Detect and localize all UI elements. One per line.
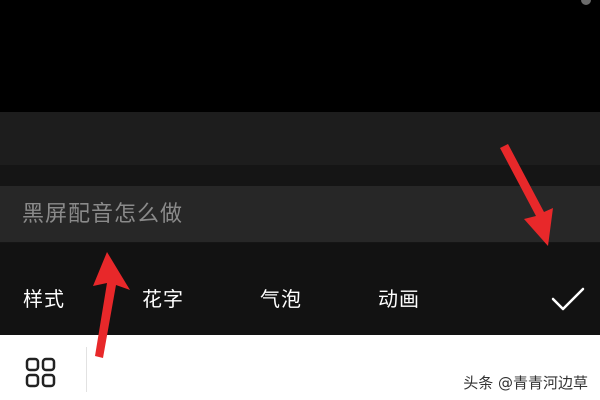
grid-menu-button[interactable] — [22, 354, 60, 392]
toolbar-divider — [86, 347, 87, 392]
text-input-field[interactable] — [0, 186, 600, 242]
grid-icon — [25, 357, 56, 388]
tab-style[interactable]: 样式 — [23, 284, 65, 314]
tab-animation[interactable]: 动画 — [378, 284, 420, 314]
tab-fancy-text[interactable]: 花字 — [142, 284, 184, 314]
watermark: 头条 @青青河边草 — [463, 374, 588, 392]
checkmark-icon — [551, 287, 585, 311]
editor-gap-band — [0, 112, 600, 165]
tab-bubble[interactable]: 气泡 — [260, 284, 302, 314]
video-preview-area — [0, 0, 600, 112]
confirm-button[interactable] — [548, 284, 588, 314]
